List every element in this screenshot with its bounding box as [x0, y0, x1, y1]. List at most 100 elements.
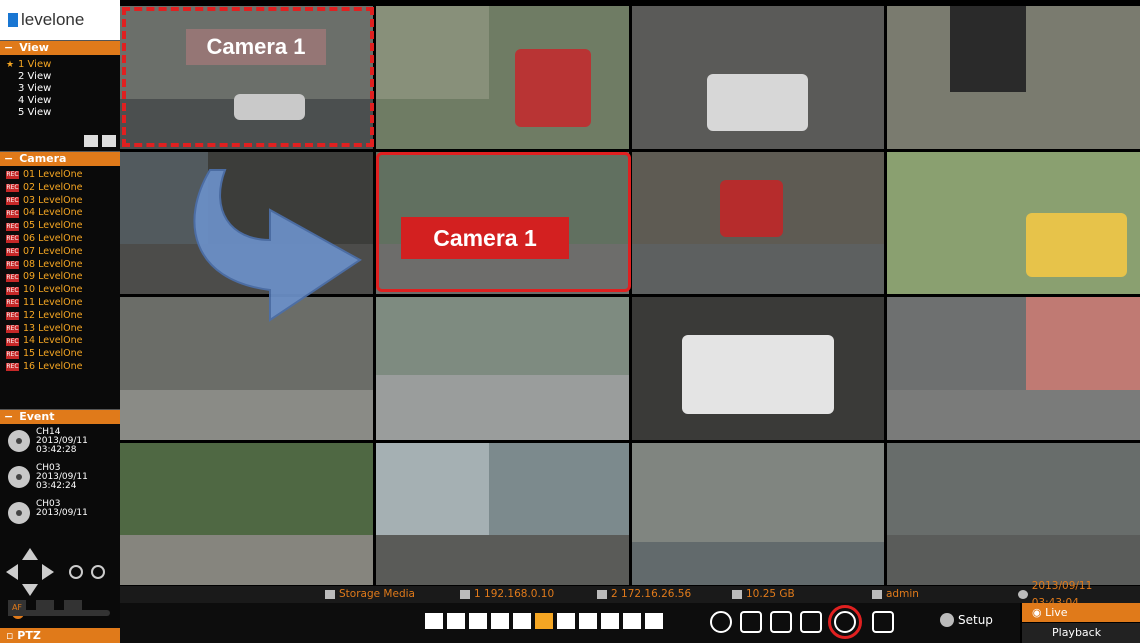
- ptz-up-arrow[interactable]: [22, 548, 38, 560]
- layout-4-icon[interactable]: [447, 613, 465, 629]
- expand-icon[interactable]: ▫: [6, 629, 17, 642]
- camera-label: 07 LevelOne: [23, 245, 83, 257]
- view-item-2[interactable]: 2 View: [8, 71, 120, 83]
- headset-icon[interactable]: [828, 605, 862, 639]
- layout-13-icon[interactable]: [579, 613, 597, 629]
- camera-item[interactable]: REC 13 LevelOne: [6, 323, 120, 336]
- camera-tile[interactable]: [375, 6, 629, 149]
- rec-badge: REC: [6, 273, 19, 282]
- rec-badge: REC: [6, 171, 19, 180]
- ptz-right-arrow[interactable]: [42, 564, 54, 580]
- rec-badge: REC: [6, 312, 19, 321]
- playback-label: Playback: [1052, 626, 1102, 639]
- status-bar: Storage Media 1 192.168.0.10 2 172.16.26…: [120, 580, 1140, 609]
- view-section-title: View: [19, 41, 49, 54]
- snapshot-icon[interactable]: [800, 611, 822, 633]
- view-item-3[interactable]: 3 View: [8, 83, 120, 95]
- camera-tile[interactable]: [375, 442, 629, 585]
- sidebar: levelone −View 1 View 2 View 3 View 4 Vi…: [0, 0, 120, 643]
- camera-tile[interactable]: [120, 442, 373, 585]
- rec-badge: REC: [6, 222, 19, 231]
- camera-item[interactable]: REC 10 LevelOne: [6, 284, 120, 297]
- event-item[interactable]: CH03 2013/09/11 03:42:24: [8, 464, 120, 500]
- collapse-icon[interactable]: −: [4, 41, 13, 54]
- view-item-5[interactable]: 5 View: [8, 107, 120, 119]
- camera-item[interactable]: REC 04 LevelOne: [6, 207, 120, 220]
- collapse-icon[interactable]: −: [4, 410, 13, 423]
- layout-36-icon[interactable]: [645, 613, 663, 629]
- user-icon: [872, 590, 882, 599]
- ptz-left-arrow[interactable]: [6, 564, 18, 580]
- camera-item[interactable]: REC 07 LevelOne: [6, 246, 120, 259]
- move-arrow-icon: [193, 169, 362, 322]
- playback-tab[interactable]: Playback: [1022, 623, 1140, 643]
- camera-item[interactable]: REC 12 LevelOne: [6, 310, 120, 323]
- focus-near-icon[interactable]: [36, 600, 54, 616]
- user-status: admin: [872, 586, 919, 603]
- view-item-4[interactable]: 4 View: [8, 95, 120, 107]
- event-item[interactable]: CH03 2013/09/11: [8, 500, 120, 536]
- fullscreen-icon[interactable]: [740, 611, 762, 633]
- camera-item[interactable]: REC 06 LevelOne: [6, 233, 120, 246]
- view-item-1[interactable]: 1 View: [6, 59, 120, 71]
- ptz-focus-tools: AF: [8, 600, 82, 616]
- event-section-header[interactable]: − Event: [0, 409, 120, 424]
- camera-item[interactable]: REC 09 LevelOne: [6, 271, 120, 284]
- network-1-status: 1 192.168.0.10: [460, 586, 554, 603]
- camera-item[interactable]: REC 01 LevelOne: [6, 169, 120, 182]
- camera-tile[interactable]: [631, 442, 885, 585]
- layout-9-icon[interactable]: [513, 613, 531, 629]
- ptz-section-title: PTZ: [17, 629, 41, 642]
- camera-item[interactable]: REC 02 LevelOne: [6, 182, 120, 195]
- ptz-down-arrow[interactable]: [22, 584, 38, 596]
- camera-tile[interactable]: [887, 297, 1140, 440]
- camera-label: 11 LevelOne: [23, 296, 83, 308]
- layout-6-icon[interactable]: [469, 613, 487, 629]
- layout-20-icon[interactable]: [601, 613, 619, 629]
- camera-item[interactable]: REC 16 LevelOne: [6, 361, 120, 374]
- logo-text: levelone: [21, 10, 85, 29]
- view-list: 1 View 2 View 3 View 4 View 5 View: [0, 55, 120, 151]
- zoom-out-icon[interactable]: [69, 565, 83, 579]
- logout-icon[interactable]: [872, 611, 894, 633]
- rec-badge: REC: [6, 184, 19, 193]
- zoom-in-icon[interactable]: [91, 565, 105, 579]
- layout-10-icon[interactable]: [557, 613, 575, 629]
- camera-label: 15 LevelOne: [23, 348, 83, 360]
- camera-item[interactable]: REC 14 LevelOne: [6, 335, 120, 348]
- camera-tile[interactable]: [375, 297, 629, 440]
- view-edit-icon[interactable]: [84, 135, 98, 147]
- camera-item[interactable]: REC 08 LevelOne: [6, 259, 120, 272]
- storage-status: Storage Media: [325, 586, 415, 603]
- monitor-out-icon[interactable]: [770, 611, 792, 633]
- layout-25-icon[interactable]: [623, 613, 641, 629]
- auto-focus-button[interactable]: AF: [8, 600, 26, 616]
- camera-tile[interactable]: [887, 151, 1140, 294]
- event-item[interactable]: CH14 2013/09/11 03:42:28: [8, 428, 120, 464]
- camera-section-header[interactable]: − Camera: [0, 151, 120, 166]
- setup-button[interactable]: Setup: [940, 613, 993, 627]
- disk-status: 10.25 GB: [732, 586, 795, 603]
- disk-icon: [732, 590, 742, 599]
- camera-tile[interactable]: [631, 297, 885, 440]
- camera-tile[interactable]: [887, 6, 1140, 149]
- ptz-section-header[interactable]: ▫ PTZ: [0, 628, 120, 643]
- rec-badge: REC: [6, 350, 19, 359]
- collapse-icon[interactable]: −: [4, 152, 13, 165]
- camera-item[interactable]: REC 05 LevelOne: [6, 220, 120, 233]
- view-delete-icon[interactable]: [102, 135, 116, 147]
- camera-item[interactable]: REC 15 LevelOne: [6, 348, 120, 361]
- focus-far-icon[interactable]: [64, 600, 82, 616]
- camera-tile[interactable]: [887, 442, 1140, 585]
- live-tab[interactable]: ◉ Live: [1022, 603, 1140, 622]
- camera-tile[interactable]: [631, 151, 885, 294]
- camera-item[interactable]: REC 03 LevelOne: [6, 195, 120, 208]
- view-section-header[interactable]: − View: [0, 40, 120, 55]
- layout-8-icon[interactable]: [491, 613, 509, 629]
- sequence-icon[interactable]: [710, 611, 732, 633]
- camera-item[interactable]: REC 11 LevelOne: [6, 297, 120, 310]
- layout-16-icon[interactable]: [535, 613, 553, 629]
- camera-label: 10 LevelOne: [23, 284, 83, 296]
- camera-tile[interactable]: [631, 6, 885, 149]
- layout-1-icon[interactable]: [425, 613, 443, 629]
